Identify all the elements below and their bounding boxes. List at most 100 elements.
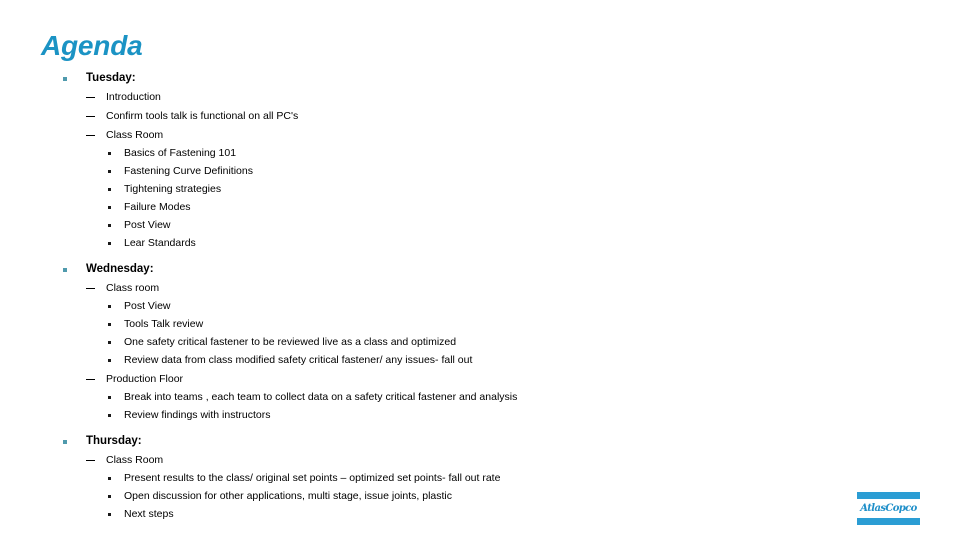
- bullet-level-2-icon: [0, 127, 106, 143]
- bullet-level-3-icon: [0, 335, 124, 350]
- agenda-subtopic-label: Fastening Curve Definitions: [124, 165, 253, 177]
- agenda-topic-label: Class Room: [106, 454, 164, 466]
- square-bullet-icon: [108, 495, 111, 498]
- bullet-level-3-icon: [0, 408, 124, 423]
- bullet-level-2-icon: [0, 89, 106, 105]
- agenda-subtopic: Lear Standards: [0, 235, 900, 253]
- bullet-level-1-icon: [0, 262, 86, 277]
- agenda-subtopic: Break into teams , each team to collect …: [0, 389, 900, 407]
- bullet-level-3-icon: [0, 390, 124, 405]
- agenda-subtopic-label: Basics of Fastening 101: [124, 147, 237, 159]
- agenda-subtopic: Post View: [0, 217, 900, 235]
- dash-bullet-icon: [86, 97, 95, 98]
- square-bullet-icon: [108, 188, 111, 191]
- bullet-level-3-icon: [0, 489, 124, 504]
- agenda-topic: Introduction: [0, 88, 900, 107]
- bullet-level-3-icon: [0, 299, 124, 314]
- square-bullet-icon: [108, 513, 111, 516]
- agenda-subtopic: Review data from class modified safety c…: [0, 352, 900, 370]
- agenda-subtopic: Open discussion for other applications, …: [0, 488, 900, 506]
- agenda-subtopic-label: Next steps: [124, 508, 174, 520]
- bullet-level-3-icon: [0, 182, 124, 197]
- bullet-level-3-icon: [0, 146, 124, 161]
- bullet-level-3-icon: [0, 353, 124, 368]
- bullet-level-2-icon: [0, 108, 106, 124]
- agenda-subtopic: Tightening strategies: [0, 181, 900, 199]
- agenda-topic: Production Floor: [0, 370, 900, 389]
- square-bullet-icon: [108, 152, 111, 155]
- agenda-subtopic-label: Lear Standards: [124, 237, 196, 249]
- slide-canvas: Agenda Tuesday: Introduction Confirm tools…: [0, 0, 960, 540]
- agenda-outline: Tuesday: Introduction Confirm tools talk i…: [0, 70, 900, 524]
- bullet-level-3-icon: [0, 507, 124, 522]
- page-title: Agenda: [41, 30, 143, 61]
- logo-bar-bottom: [857, 518, 920, 525]
- bullet-level-3-icon: [0, 471, 124, 486]
- bullet-level-1-icon: [0, 434, 86, 449]
- dash-bullet-icon: [86, 116, 95, 117]
- agenda-subtopic-label: Review data from class modified safety c…: [124, 354, 473, 366]
- agenda-subtopic: Present results to the class/ original s…: [0, 470, 900, 488]
- agenda-topic: Confirm tools talk is functional on all …: [0, 107, 900, 126]
- agenda-subtopic: Tools Talk review: [0, 316, 900, 334]
- bullet-level-3-icon: [0, 200, 124, 215]
- agenda-day-heading: Thursday:: [0, 433, 900, 451]
- agenda-topic-label: Class Room: [106, 129, 164, 141]
- bullet-level-3-icon: [0, 218, 124, 233]
- agenda-topic-label: Introduction: [106, 91, 161, 103]
- logo-bar-top: [857, 492, 920, 499]
- agenda-day-heading-label: Thursday:: [86, 435, 142, 447]
- bullet-level-3-icon: [0, 317, 124, 332]
- square-bullet-icon: [108, 359, 111, 362]
- agenda-subtopic-label: Failure Modes: [124, 201, 191, 213]
- agenda-subtopic: Next steps: [0, 506, 900, 524]
- square-bullet-icon: [63, 439, 67, 444]
- square-bullet-icon: [108, 396, 111, 399]
- agenda-subtopic: Post View: [0, 298, 900, 316]
- dash-bullet-icon: [86, 135, 95, 136]
- square-bullet-icon: [63, 267, 67, 272]
- bullet-level-1-icon: [0, 71, 86, 86]
- dash-bullet-icon: [86, 288, 95, 289]
- atlas-copco-logo: AtlasCopco: [857, 492, 920, 525]
- agenda-topic: Class room: [0, 279, 900, 298]
- agenda-subtopic-label: Post View: [124, 219, 171, 231]
- dash-bullet-icon: [86, 460, 95, 461]
- agenda-topic-label: Class room: [106, 282, 160, 294]
- agenda-subtopic: Failure Modes: [0, 199, 900, 217]
- agenda-subtopic: Review findings with instructors: [0, 407, 900, 425]
- square-bullet-icon: [108, 170, 111, 173]
- bullet-level-2-icon: [0, 280, 106, 296]
- agenda-topic-label: Production Floor: [106, 373, 184, 385]
- agenda-topic: Class Room: [0, 451, 900, 470]
- square-bullet-icon: [108, 341, 111, 344]
- square-bullet-icon: [108, 242, 111, 245]
- square-bullet-icon: [108, 477, 111, 480]
- agenda-day-heading-label: Wednesday:: [86, 263, 154, 275]
- agenda-topic-label: Confirm tools talk is functional on all …: [106, 110, 299, 122]
- logo-wordmark: AtlasCopco: [860, 503, 917, 514]
- agenda-subtopic-label: Tightening strategies: [124, 183, 222, 195]
- agenda-subtopic-label: Review findings with instructors: [124, 409, 271, 421]
- agenda-subtopic-label: Tools Talk review: [124, 318, 204, 330]
- bullet-level-2-icon: [0, 371, 106, 387]
- agenda-subtopic-label: One safety critical fastener to be revie…: [124, 336, 457, 348]
- agenda-day-heading-label: Tuesday:: [86, 72, 136, 84]
- agenda-subtopic-label: Open discussion for other applications, …: [124, 490, 452, 502]
- bullet-level-2-icon: [0, 452, 106, 468]
- agenda-subtopic-label: Post View: [124, 300, 171, 312]
- bullet-level-3-icon: [0, 164, 124, 179]
- square-bullet-icon: [63, 76, 67, 81]
- bullet-level-3-icon: [0, 236, 124, 251]
- agenda-subtopic: One safety critical fastener to be revie…: [0, 334, 900, 352]
- agenda-day-heading: Tuesday:: [0, 70, 900, 88]
- agenda-subtopic: Fastening Curve Definitions: [0, 163, 900, 181]
- square-bullet-icon: [108, 414, 111, 417]
- agenda-subtopic: Basics of Fastening 101: [0, 145, 900, 163]
- agenda-day-heading: Wednesday:: [0, 261, 900, 279]
- square-bullet-icon: [108, 323, 111, 326]
- agenda-subtopic-label: Break into teams , each team to collect …: [124, 391, 518, 403]
- square-bullet-icon: [108, 224, 111, 227]
